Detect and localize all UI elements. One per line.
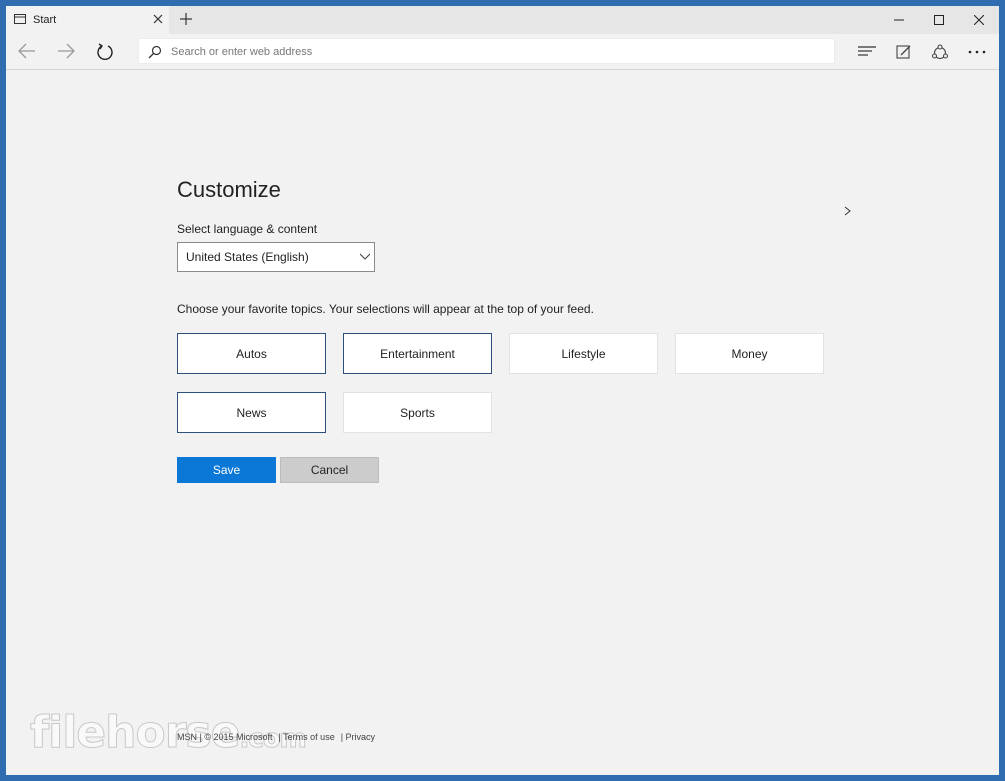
terms-link[interactable]: | Terms of use [279,732,335,742]
title-bar: Start [6,6,999,34]
web-note-button[interactable] [893,42,917,62]
minimize-button[interactable] [879,6,919,34]
topic-autos[interactable]: Autos [177,333,326,374]
hub-button[interactable] [855,42,879,62]
close-icon [974,15,984,25]
topic-label: Entertainment [380,346,455,361]
share-icon [931,44,949,60]
arrow-left-icon [18,43,35,59]
search-icon [148,45,162,59]
close-window-button[interactable] [959,6,999,34]
page-title: Customize [177,177,281,202]
share-button[interactable] [928,42,952,62]
language-label: Select language & content [177,222,318,236]
topic-money[interactable]: Money [675,333,824,374]
arrow-right-icon [58,43,75,59]
close-icon[interactable] [152,13,164,25]
page-icon [14,14,26,24]
maximize-icon [934,15,944,25]
language-select[interactable]: United States (English) [177,242,375,272]
plus-icon[interactable] [179,12,193,26]
topic-lifestyle[interactable]: Lifestyle [509,333,658,374]
browser-window: Start Search or enter web address Custom… [6,6,999,775]
footer-copyright: MSN | © 2015 Microsoft [177,732,273,742]
topic-label: Money [731,346,768,361]
navigation-bar [6,34,999,70]
topic-news[interactable]: News [177,392,326,433]
more-icon [968,50,986,54]
address-input[interactable] [171,42,811,61]
tab-title: Start [33,14,57,26]
refresh-button[interactable] [90,40,120,64]
chevron-down-icon [360,253,370,260]
language-select-value: United States (English) [186,250,309,264]
more-button[interactable] [965,42,989,62]
topic-label: Lifestyle [561,346,606,361]
mouse-cursor-icon [844,206,851,216]
save-button[interactable]: Save [177,457,276,483]
forward-button[interactable] [51,40,81,64]
back-button[interactable] [12,40,42,64]
topic-label: News [236,405,267,420]
topic-label: Sports [400,405,435,420]
topic-sports[interactable]: Sports [343,392,492,433]
topic-label: Autos [236,346,267,361]
address-bar[interactable] [138,38,835,64]
tab-start[interactable]: Start [6,6,169,34]
web-note-icon [896,45,911,59]
topics-intro: Choose your favorite topics. Your select… [177,302,594,316]
maximize-button[interactable] [919,6,959,34]
privacy-link[interactable]: | Privacy [341,732,375,742]
cancel-button[interactable]: Cancel [280,457,379,483]
footer: MSN | © 2015 Microsoft | Terms of use | … [177,732,375,742]
refresh-icon [97,43,113,61]
page-content: Customize Select language & content Unit… [6,71,999,775]
minimize-icon [894,19,904,21]
topic-entertainment[interactable]: Entertainment [343,333,492,374]
hub-icon [858,46,876,56]
